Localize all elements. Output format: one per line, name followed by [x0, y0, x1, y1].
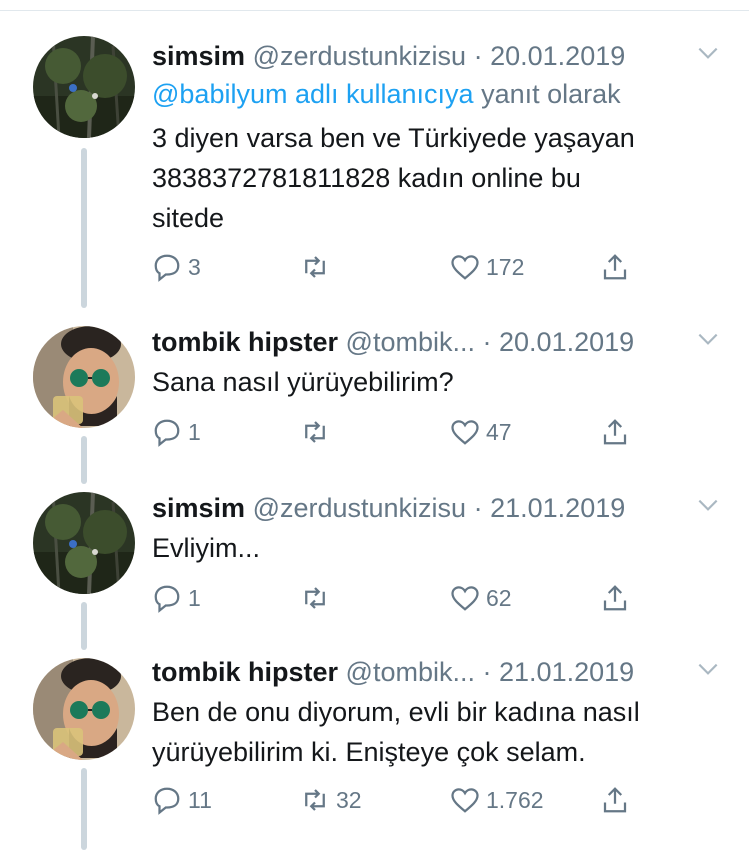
share-icon	[603, 585, 627, 611]
chevron-down-icon[interactable]	[695, 326, 721, 352]
avatar-person-image	[33, 326, 135, 428]
share-icon	[603, 254, 627, 280]
retweet-icon	[305, 587, 325, 609]
reply-button[interactable]: 3	[152, 249, 201, 285]
reply-button[interactable]: 1	[152, 414, 201, 450]
avatar-forest-image	[33, 492, 135, 594]
tweet-text-line: 3 diyen varsa ben ve Türkiyede yaşayan	[152, 123, 635, 153]
retweet-icon	[305, 789, 325, 811]
user-handle[interactable]: @zerdustunkizisu	[253, 493, 467, 523]
display-name[interactable]: tombik hipster	[152, 657, 338, 687]
reply-context: @babilyum adlı kullanıcıya yanıt olarak	[152, 74, 621, 114]
avatar[interactable]	[33, 492, 135, 594]
separator-dot: ·	[473, 493, 483, 523]
chevron-down-icon[interactable]	[695, 40, 721, 66]
tweet-text: Ben de onu diyorum, evli bir kadına nası…	[152, 692, 712, 772]
retweet-button[interactable]: 32	[300, 782, 362, 818]
display-name[interactable]: tombik hipster	[152, 327, 338, 357]
avatar-person-image	[33, 658, 135, 760]
tweet-actions: 3 172	[152, 249, 652, 285]
tweet-text: 3 diyen varsa ben ve Türkiyede yaşayan 3…	[152, 118, 712, 238]
tweet-text-line: Ben de onu diyorum, evli bir kadına nası…	[152, 697, 640, 727]
retweet-icon	[305, 421, 325, 443]
display-name[interactable]: simsim	[152, 41, 245, 71]
like-count: 47	[486, 418, 512, 445]
separator-dot: ·	[482, 657, 492, 687]
tweet-text: Sana nasıl yürüyebilirim?	[152, 362, 712, 402]
avatar[interactable]	[33, 326, 135, 428]
share-button[interactable]	[600, 414, 630, 450]
tweet-date[interactable]: 20.01.2019	[499, 327, 634, 357]
tweet-text: Evliyim...	[152, 528, 712, 568]
like-count: 172	[486, 253, 525, 280]
reply-icon	[154, 787, 180, 815]
tweet-text-line: 3838372781811828 kadın online bu	[152, 163, 581, 193]
share-icon	[603, 787, 627, 813]
tweet-actions: 1 47	[152, 414, 652, 450]
tweet-text-line: sitede	[152, 203, 225, 233]
user-handle[interactable]: @tombik...	[346, 327, 475, 357]
retweet-button[interactable]	[300, 414, 336, 450]
reply-button[interactable]: 11	[152, 782, 212, 818]
reply-icon	[154, 254, 180, 282]
reply-count: 1	[188, 418, 201, 445]
separator-dot: ·	[482, 327, 492, 357]
heart-icon	[451, 255, 479, 280]
avatar[interactable]	[33, 658, 135, 760]
reply-count: 3	[188, 253, 201, 280]
thread-line	[81, 148, 87, 308]
user-handle[interactable]: @tombik...	[346, 657, 475, 687]
retweet-button[interactable]	[300, 580, 336, 616]
separator-dot: ·	[473, 41, 483, 71]
thread-line	[81, 602, 87, 650]
heart-icon	[451, 788, 479, 813]
retweet-count: 32	[336, 786, 362, 813]
tweet-text-line: Sana nasıl yürüyebilirim?	[152, 367, 454, 397]
avatar[interactable]	[33, 36, 135, 138]
like-button[interactable]: 1.762	[450, 782, 544, 818]
reply-count: 11	[188, 786, 212, 813]
chevron-down-icon[interactable]	[695, 656, 721, 682]
reply-icon	[154, 585, 180, 613]
share-button[interactable]	[600, 249, 630, 285]
top-divider	[0, 10, 749, 11]
tweet-date[interactable]: 21.01.2019	[499, 657, 634, 687]
share-icon	[603, 419, 627, 445]
tweet-date[interactable]: 20.01.2019	[490, 41, 625, 71]
share-button[interactable]	[600, 580, 630, 616]
reply-icon	[154, 419, 180, 447]
tweet-actions: 1 62	[152, 580, 652, 616]
tweet-date[interactable]: 21.01.2019	[490, 493, 625, 523]
reply-mention-link[interactable]: @babilyum adlı kullanıcıya	[152, 79, 474, 109]
retweet-button[interactable]	[300, 249, 336, 285]
share-button[interactable]	[600, 782, 630, 818]
tweet-actions: 11 32 1.762	[152, 782, 652, 818]
tweet-text-line: Evliyim...	[152, 533, 260, 563]
thread-line	[81, 436, 87, 484]
thread-line	[81, 768, 87, 850]
like-button[interactable]: 47	[450, 414, 512, 450]
tweet-text-line: yürüyebilirim ki. Enişteye çok selam.	[152, 737, 586, 767]
like-count: 1.762	[486, 786, 544, 813]
avatar-forest-image	[33, 36, 135, 138]
reply-button[interactable]: 1	[152, 580, 201, 616]
like-button[interactable]: 172	[450, 249, 524, 285]
user-handle[interactable]: @zerdustunkizisu	[253, 41, 467, 71]
retweet-icon	[305, 256, 325, 278]
chevron-down-icon[interactable]	[695, 492, 721, 518]
heart-icon	[451, 586, 479, 611]
heart-icon	[451, 420, 479, 445]
reply-count: 1	[188, 584, 201, 611]
like-button[interactable]: 62	[450, 580, 512, 616]
like-count: 62	[486, 584, 512, 611]
display-name[interactable]: simsim	[152, 493, 245, 523]
reply-suffix: yanıt olarak	[481, 79, 621, 109]
